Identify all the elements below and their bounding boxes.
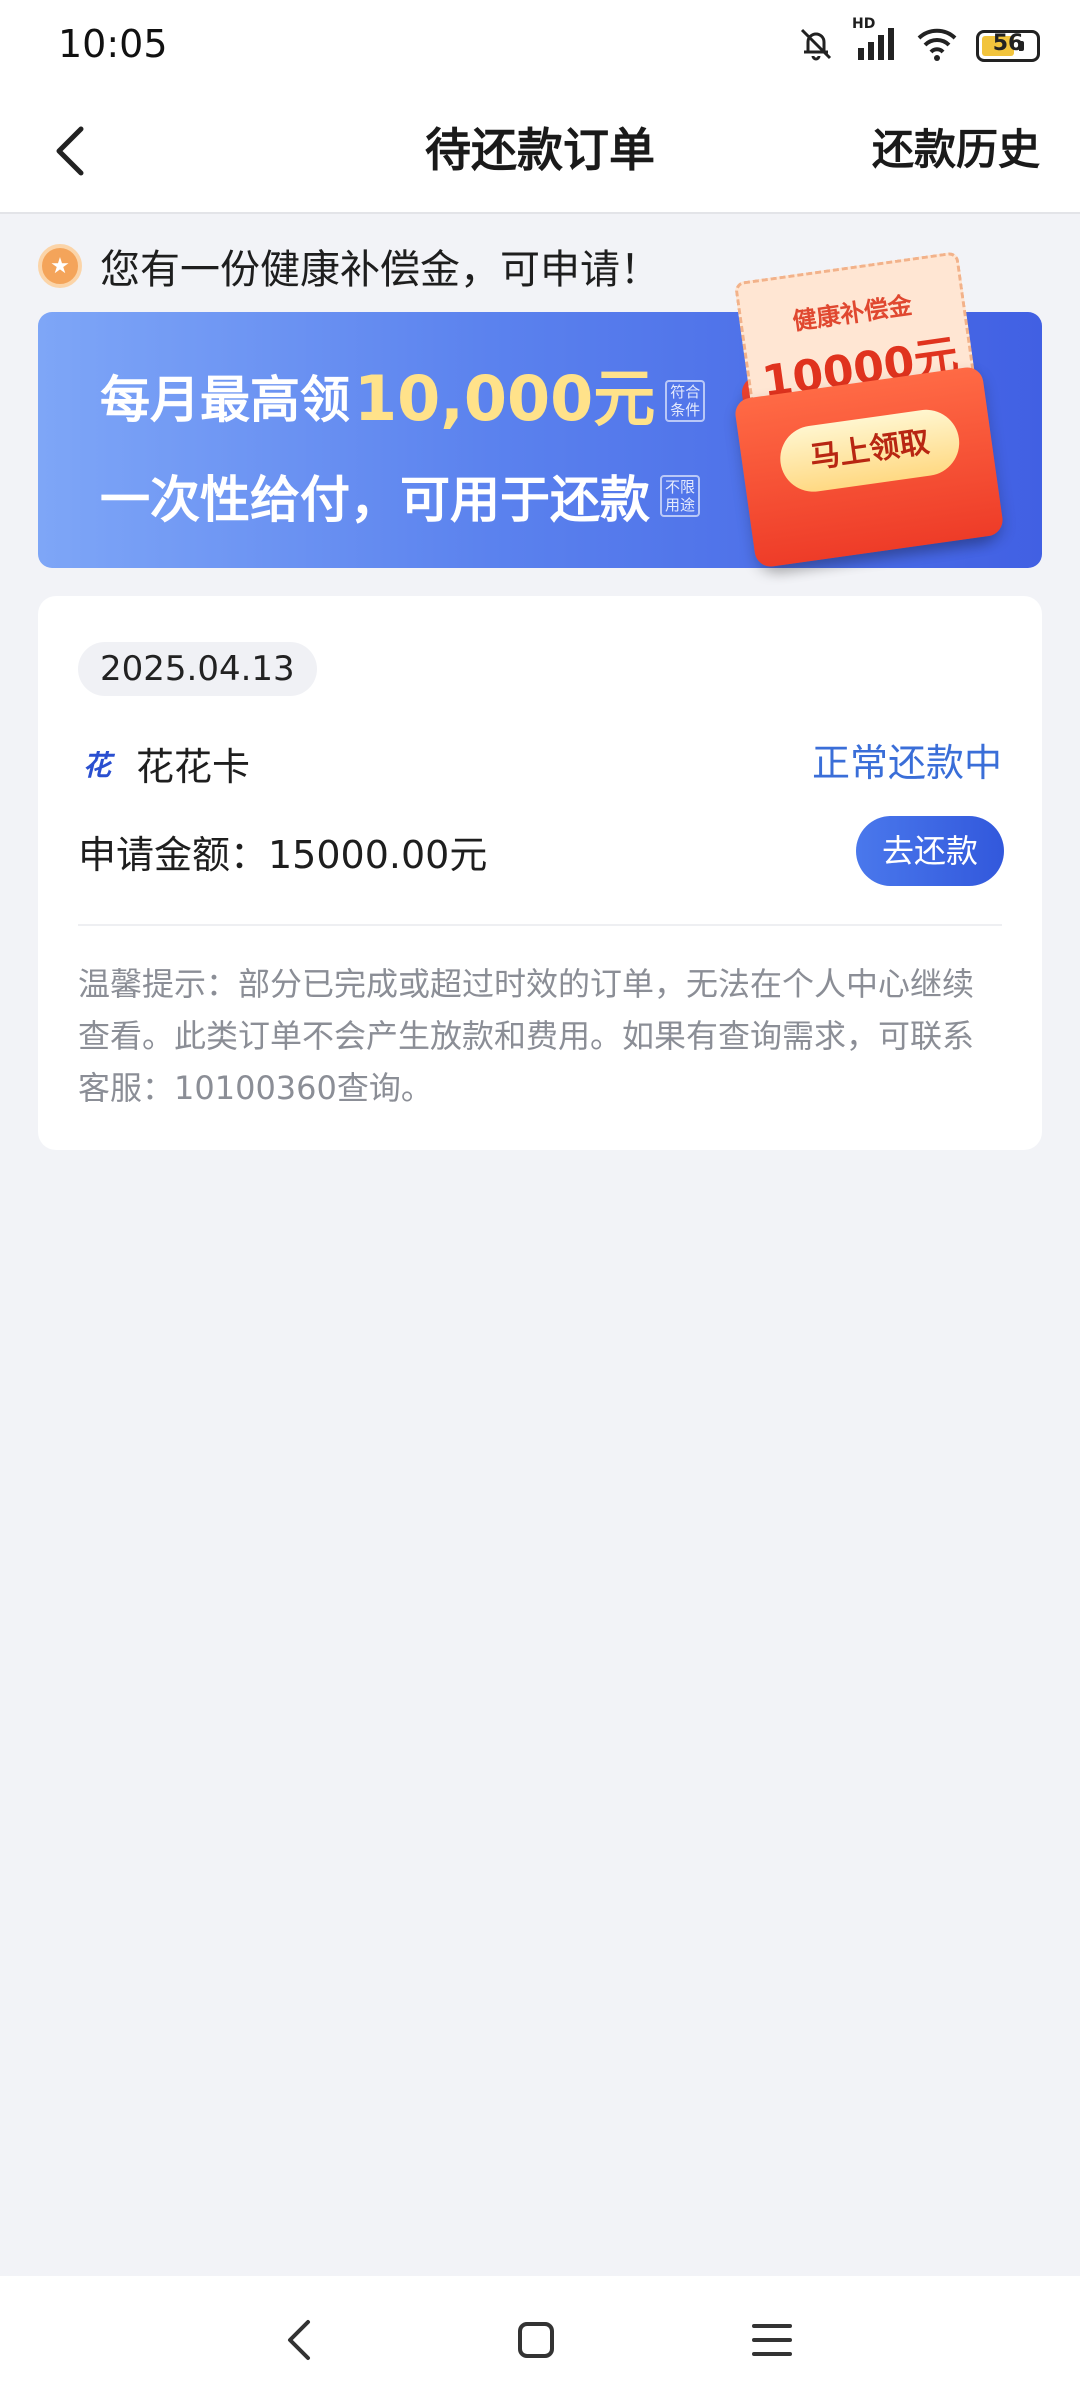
- banner-line1-tag: 符合条件: [665, 380, 706, 422]
- repay-button[interactable]: 去还款: [856, 816, 1004, 886]
- divider: [78, 924, 1002, 926]
- notice-text: 您有一份健康补偿金，可申请！: [100, 247, 660, 293]
- banner-line-2: 一次性给付，可用于还款 不限用途: [100, 460, 700, 532]
- status-time: 10:05: [58, 22, 168, 66]
- red-envelope-illustration: 健康补偿金 10000元 马上领取: [722, 242, 1012, 572]
- banner-line1-prefix: 每月最高领: [100, 371, 350, 429]
- status-bar: 10:05 HD 56: [0, 0, 1080, 92]
- signal-icon: HD: [852, 16, 898, 68]
- network-type: HD: [852, 16, 876, 32]
- system-nav-bar: [0, 2276, 1080, 2400]
- compensation-notice[interactable]: ★ 您有一份健康补偿金，可申请！: [38, 240, 660, 293]
- menu-icon[interactable]: [742, 2310, 802, 2370]
- home-icon[interactable]: [506, 2310, 566, 2370]
- reminder-tip: 温馨提示：部分已完成或超过时效的订单，无法在个人中心继续查看。此类订单不会产生放…: [78, 965, 975, 1107]
- order-status: 正常还款中: [811, 741, 1002, 785]
- page: 10:05 HD 56 待还款订单 还款历史 ★ 您有一份健康补偿金，可申请！ …: [0, 0, 1080, 2400]
- banner-line2-tag: 不限用途: [660, 475, 700, 517]
- claim-now-button[interactable]: 马上领取: [776, 405, 964, 496]
- wifi-icon: [916, 24, 958, 68]
- product-logo-icon: 花: [82, 748, 111, 782]
- star-coin-icon: ★: [38, 244, 82, 288]
- status-icons: HD 56: [796, 16, 1040, 70]
- banner-line2-text: 一次性给付，可用于还款: [100, 471, 650, 529]
- battery-level: 56: [992, 31, 1024, 56]
- banner-line1-amount: 10,000元: [354, 362, 656, 435]
- banner-line-1: 每月最高领 10,000元 符合条件: [100, 360, 706, 435]
- mute-icon: [796, 24, 836, 68]
- product-row: 花 花花卡: [78, 736, 250, 791]
- applied-amount: 申请金额：15000.00元: [78, 833, 488, 877]
- battery-icon: 56: [976, 30, 1040, 62]
- repayment-history-link[interactable]: 还款历史: [872, 116, 1040, 177]
- nav-bar: 待还款订单 还款历史: [0, 92, 1080, 214]
- order-date: 2025.04.13: [78, 642, 317, 696]
- product-name: 花花卡: [136, 745, 251, 789]
- back-icon[interactable]: [270, 2310, 330, 2370]
- order-card: 2025.04.13 花 花花卡 正常还款中 申请金额：15000.00元 去还…: [38, 596, 1042, 1150]
